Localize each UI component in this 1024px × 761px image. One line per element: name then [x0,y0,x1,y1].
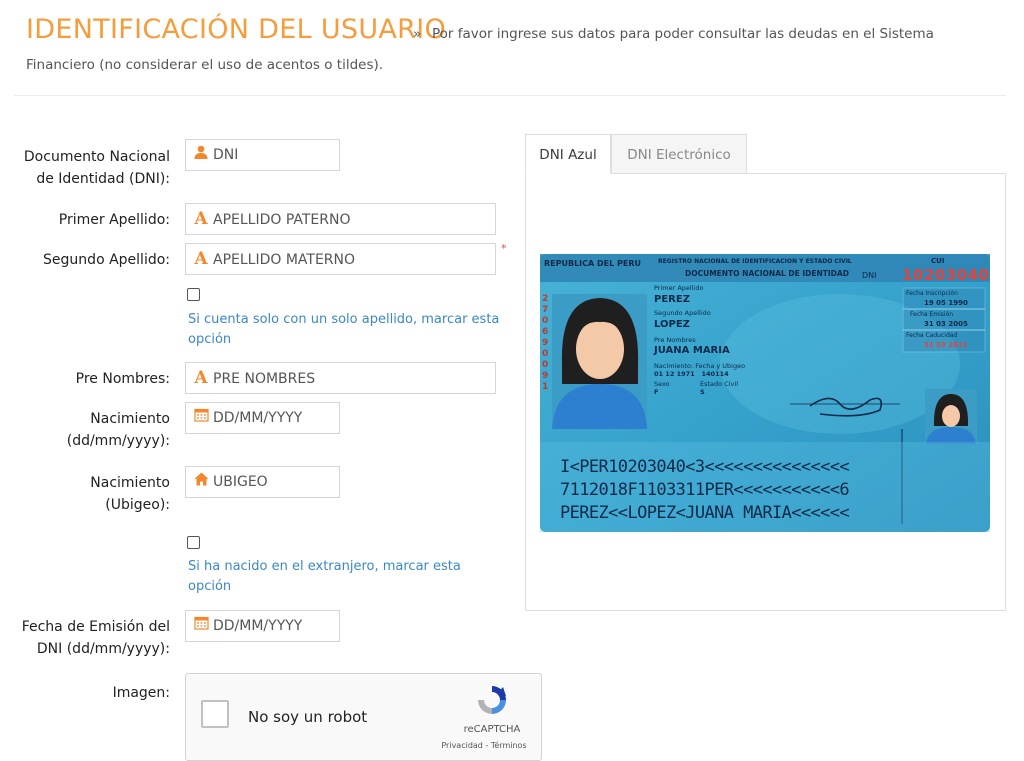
recaptcha-label: No soy un robot [248,708,368,726]
card-mrz-line-3: PEREZ<<LOPEZ<JUANA MARIA<<<<<< [560,503,850,523]
card-estado-civil-value: S [700,388,705,396]
dni-input[interactable]: DNI [185,139,340,171]
card-sexo-value: F [654,388,659,396]
subtitle-line-2: Financiero (no considerar el uso de acen… [26,57,384,73]
card-sexo-label: Sexo [654,380,670,388]
tab-dni-azul[interactable]: DNI Azul [525,134,611,174]
card-emision-value: 31 03 2005 [924,320,968,328]
recaptcha-checkbox[interactable] [201,700,229,728]
dni-label: Documento Nacional de Identidad (DNI): [23,149,170,187]
emision-label: Fecha de Emisión del DNI (dd/mm/yyyy): [21,619,170,657]
card-side-digits: 2 7 0 6 9 0 0 9 1 [542,294,549,392]
apellido-paterno-input[interactable]: A APELLIDO PATERNO [185,203,496,235]
page-title: IDENTIFICACIÓN DEL USUARIO [26,14,447,45]
letter-a-icon: A [194,368,208,388]
card-caducidad-label: Fecha Caducidad [906,332,958,339]
card-pre-nombres: JUANA MARIA [654,345,730,356]
recaptcha-logo-icon [475,683,509,721]
card-cui-label: CUI [931,257,945,265]
nacimiento-fecha-label: Nacimiento (dd/mm/yyyy): [66,411,170,449]
card-dni-tag: DNI [862,271,877,280]
tab-dni-electronico[interactable]: DNI Electrónico [611,134,747,174]
card-segundo-apellido: LOPEZ [654,319,690,330]
recaptcha-widget: No soy un robot reCAPTCHA Privacidad - T… [185,673,542,761]
card-mrz-line-1: I<PER10203040<3<<<<<<<<<<<<<<< [560,457,850,477]
card-inscripcion-value: 19 05 1990 [924,299,968,307]
solo-apellido-help[interactable]: Si cuenta solo con un solo apellido, mar… [188,310,499,350]
dni-card-image: REPUBLICA DEL PERU REGISTRO NACIONAL DE … [540,254,990,532]
subtitle-line-1: Por favor ingrese sus datos para poder c… [432,26,934,42]
card-estado-civil-label: Estado Civil [700,380,738,388]
apellido2-label: Segundo Apellido: [43,252,170,268]
imagen-label: Imagen: [112,685,170,701]
apellido-materno-input[interactable]: A APELLIDO MATERNO [185,243,496,275]
calendar-icon [192,611,210,641]
card-emision-label: Fecha Emisión [910,311,954,318]
card-dni-number: 10203040 [902,266,990,284]
ubigeo-input[interactable]: UBIGEO [185,466,340,498]
card-nacimiento-label: Nacimiento: Fecha y Ubigeo [654,362,746,370]
apellido1-label: Primer Apellido: [58,212,170,228]
card-caducidad-value: 31 03 2011 [924,341,968,349]
extranjero-checkbox[interactable] [187,536,200,549]
extranjero-help[interactable]: Si ha nacido en el extranjero, marcar es… [188,557,461,597]
card-header-mid: REGISTRO NACIONAL DE IDENTIFICACION Y ES… [658,258,852,265]
ubigeo-label: Nacimiento (Ubigeo): [90,475,170,513]
letter-a-icon: A [194,249,208,269]
emision-fecha-input[interactable]: DD/MM/YYYY [185,610,340,642]
calendar-icon [192,403,210,433]
card-primer-apellido: PEREZ [654,294,690,305]
required-mark: * [501,242,507,255]
nacimiento-fecha-input[interactable]: DD/MM/YYYY [185,402,340,434]
home-icon [192,467,210,497]
recaptcha-links[interactable]: Privacidad - Términos [429,741,539,750]
card-inscripcion-label: Fecha Inscripción [906,290,958,297]
card-header-left: REPUBLICA DEL PERU [544,259,641,268]
recaptcha-brand: reCAPTCHA [463,724,521,735]
title-separator: » [413,26,422,42]
header-divider [14,95,1006,96]
card-pre-nombres-label: Pre Nombres [654,336,696,344]
card-doc-title: DOCUMENTO NACIONAL DE IDENTIDAD [685,269,849,278]
pre-nombres-input[interactable]: A PRE NOMBRES [185,362,496,394]
card-primer-apellido-label: Primer Apellido [654,284,704,292]
solo-apellido-checkbox[interactable] [187,288,200,301]
card-mrz-line-2: 7112018F1103311PER<<<<<<<<<<<6 [560,480,850,500]
letter-a-icon: A [194,209,208,229]
card-segundo-apellido-label: Segundo Apellido [654,309,711,317]
user-icon [192,140,210,170]
nombres-label: Pre Nombres: [75,371,170,387]
card-nacimiento-value: 01 12 1971 140114 [654,370,729,378]
